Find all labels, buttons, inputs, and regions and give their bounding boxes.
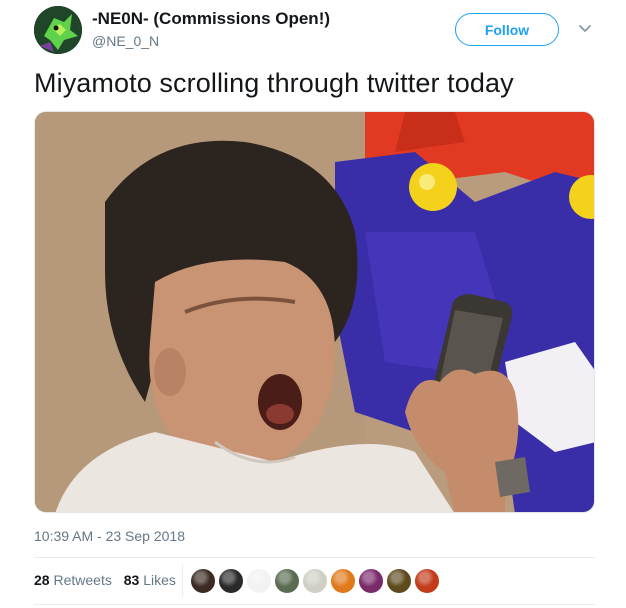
author-name[interactable]: -NE0N- (Commissions Open!): [92, 9, 330, 29]
likes-stat[interactable]: 83 Likes: [124, 572, 176, 588]
likes-label: Likes: [143, 572, 176, 588]
stats-separator: [182, 565, 183, 597]
liker-avatar[interactable]: [358, 568, 384, 594]
divider: [34, 557, 595, 558]
tweet-timestamp[interactable]: 10:39 AM - 23 Sep 2018: [34, 528, 185, 544]
chevron-down-icon[interactable]: [577, 20, 593, 36]
liker-avatar[interactable]: [246, 568, 272, 594]
avatar-image: [34, 6, 82, 54]
liker-avatar[interactable]: [274, 568, 300, 594]
author-handle[interactable]: @NE_0_N: [92, 33, 159, 49]
liker-avatar[interactable]: [330, 568, 356, 594]
liker-avatar[interactable]: [414, 568, 440, 594]
retweets-stat[interactable]: 28 Retweets: [34, 572, 112, 588]
liker-avatar[interactable]: [218, 568, 244, 594]
retweets-count: 28: [34, 572, 50, 588]
retweets-label: Retweets: [53, 572, 112, 588]
avatar[interactable]: [34, 6, 82, 54]
liker-avatar[interactable]: [386, 568, 412, 594]
liker-avatar[interactable]: [302, 568, 328, 594]
photo-image: [35, 112, 594, 512]
divider: [34, 604, 595, 605]
follow-button[interactable]: Follow: [455, 13, 559, 46]
liker-avatar[interactable]: [190, 568, 216, 594]
liker-avatars: [190, 568, 440, 594]
tweet-stats: 28 Retweets 83 Likes: [34, 572, 184, 588]
tweet-card: -NE0N- (Commissions Open!) @NE_0_N Follo…: [0, 0, 626, 608]
tweet-text: Miyamoto scrolling through twitter today: [34, 68, 514, 98]
likes-count: 83: [123, 572, 140, 588]
tweet-photo[interactable]: [34, 111, 595, 513]
